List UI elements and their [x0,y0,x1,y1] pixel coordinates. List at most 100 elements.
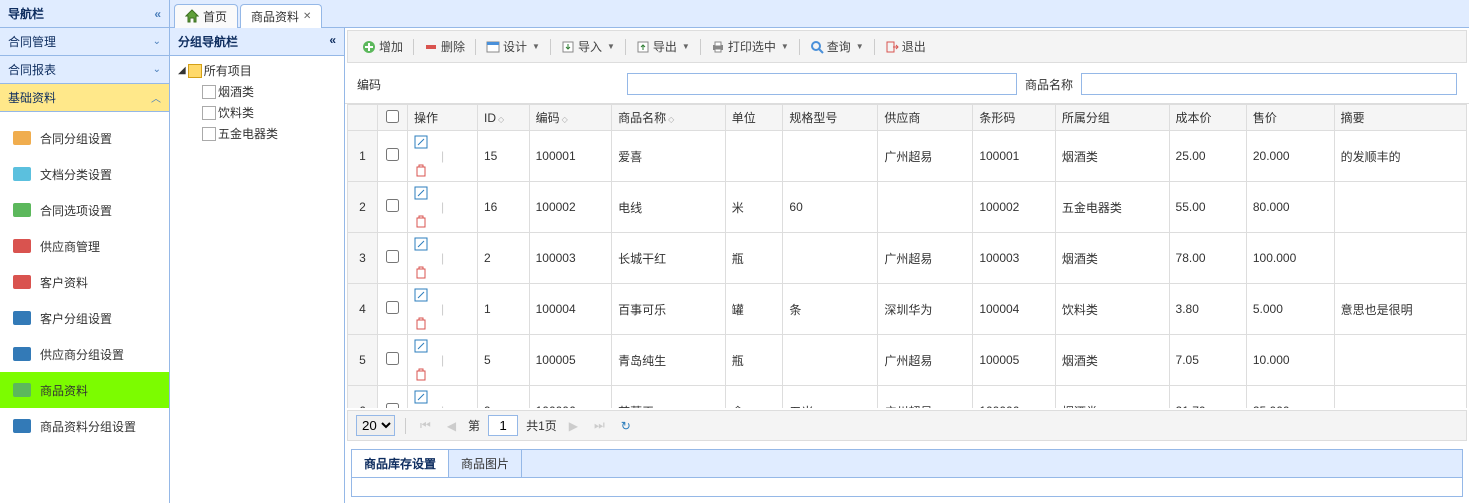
edit-icon[interactable] [414,288,471,302]
nav-item[interactable]: 商品资料分组设置 [0,408,169,444]
row-checkbox[interactable] [386,199,399,212]
design-button[interactable]: 设计▼ [480,35,546,58]
nav-section-base-data[interactable]: 基础资料 ︿ [0,84,169,112]
nav-item-label: 供应商分组设置 [40,346,124,363]
cell-cost: 7.05 [1169,335,1246,386]
delete-icon[interactable] [414,265,471,279]
col-barcode[interactable]: 条形码 [973,105,1056,131]
nav-item[interactable]: 客户资料 [0,264,169,300]
col-name[interactable]: 商品名称◇ [612,105,726,131]
nav-item-icon [10,306,34,330]
pager: 20 ⏮ ◀ 第 共1页 ▶ ⏭ ↻ [347,410,1467,441]
col-op[interactable]: 操作 [408,105,478,131]
cell-cost: 3.80 [1169,284,1246,335]
delete-icon[interactable] [414,163,471,177]
tab-product[interactable]: 商品资料 ✕ [240,4,322,28]
delete-icon[interactable] [414,367,471,381]
cell-unit: 盒 [725,386,783,409]
add-icon [362,40,376,54]
next-page-button[interactable]: ▶ [565,419,582,433]
col-price[interactable]: 售价 [1246,105,1334,131]
collapse-tree-icon[interactable]: « [329,33,336,50]
toolbar: 增加 删除 设计▼ 导入▼ 导出▼ 打印选中▼ 查询▼ 退出 [347,30,1467,63]
file-icon [202,85,216,99]
cell-cost: 21.70 [1169,386,1246,409]
chevron-down-icon: ▼ [607,42,615,51]
nav-item-label: 客户资料 [40,274,88,291]
tree-item[interactable]: 烟酒类 [174,81,340,102]
delete-icon[interactable] [414,214,471,228]
edit-icon[interactable] [414,237,471,251]
cell-cost: 78.00 [1169,233,1246,284]
edit-icon[interactable] [414,339,471,353]
cell-summary: 意思也是很明 [1334,284,1466,335]
edit-icon[interactable] [414,186,471,200]
tab-home[interactable]: 首页 [174,4,238,28]
collapse-left-icon[interactable]: « [154,7,161,21]
col-summary[interactable]: 摘要 [1334,105,1466,131]
import-button[interactable]: 导入▼ [555,35,621,58]
table-row[interactable]: 6 | 9100006芙蓉王盒五米广州超易100006烟酒类21.7025.00… [348,386,1467,409]
page-size-select[interactable]: 20 [356,415,395,436]
nav-item-icon [10,234,34,258]
select-all-checkbox[interactable] [386,110,399,123]
close-icon[interactable]: ✕ [303,11,311,22]
col-id[interactable]: ID◇ [478,105,530,131]
exit-button[interactable]: 退出 [879,35,932,58]
filter-code-input[interactable] [627,73,1017,95]
cell-price: 5.000 [1246,284,1334,335]
tree-item[interactable]: 饮料类 [174,102,340,123]
cell-name: 青岛纯生 [612,335,726,386]
nav-section-contract-mgmt[interactable]: 合同管理 ⌄ [0,28,169,56]
delete-icon[interactable] [414,316,471,330]
tree-item[interactable]: 五金电器类 [174,123,340,144]
col-code[interactable]: 编码◇ [529,105,612,131]
tab-stock-settings[interactable]: 商品库存设置 [352,450,449,477]
col-supplier[interactable]: 供应商 [878,105,973,131]
folder-icon [188,64,202,78]
expand-icon[interactable]: ◢ [178,65,186,76]
table-row[interactable]: 2 | 16100002电线米60100002五金电器类55.0080.000 [348,182,1467,233]
tab-product-image[interactable]: 商品图片 [449,450,522,477]
table-row[interactable]: 1 | 15100001爱喜广州超易100001烟酒类25.0020.000的发… [348,131,1467,182]
nav-item[interactable]: 文档分类设置 [0,156,169,192]
row-checkbox[interactable] [386,301,399,314]
nav-item[interactable]: 供应商管理 [0,228,169,264]
query-button[interactable]: 查询▼ [804,35,870,58]
table-row[interactable]: 3 | 2100003长城干红瓶广州超易100003烟酒类78.00100.00… [348,233,1467,284]
cell-summary [1334,386,1466,409]
page-input[interactable] [488,415,518,436]
col-unit[interactable]: 单位 [725,105,783,131]
nav-item[interactable]: 合同选项设置 [0,192,169,228]
print-button[interactable]: 打印选中▼ [705,35,795,58]
add-button[interactable]: 增加 [356,35,409,58]
row-checkbox[interactable] [386,403,399,408]
cell-name: 电线 [612,182,726,233]
row-checkbox[interactable] [386,148,399,161]
delete-button[interactable]: 删除 [418,35,471,58]
row-checkbox[interactable] [386,250,399,263]
nav-item[interactable]: 合同分组设置 [0,120,169,156]
tree-root[interactable]: ◢ 所有项目 [174,60,340,81]
last-page-button[interactable]: ⏭ [590,418,609,433]
nav-item[interactable]: 供应商分组设置 [0,336,169,372]
nav-item[interactable]: 商品资料 [0,372,169,408]
edit-icon[interactable] [414,135,471,149]
col-cost[interactable]: 成本价 [1169,105,1246,131]
row-checkbox[interactable] [386,352,399,365]
refresh-button[interactable]: ↻ [617,419,635,433]
table-row[interactable]: 4 | 1100004百事可乐罐条深圳华为100004饮料类3.805.000意… [348,284,1467,335]
col-group[interactable]: 所属分组 [1055,105,1169,131]
cell-spec: 60 [783,182,878,233]
nav-item[interactable]: 客户分组设置 [0,300,169,336]
prev-page-button[interactable]: ◀ [443,419,460,433]
nav-section-contract-report[interactable]: 合同报表 ⌄ [0,56,169,84]
filter-name-input[interactable] [1081,73,1457,95]
first-page-button[interactable]: ⏮ [416,418,435,433]
edit-icon[interactable] [414,390,471,404]
col-spec[interactable]: 规格型号 [783,105,878,131]
table-row[interactable]: 5 | 5100005青岛纯生瓶广州超易100005烟酒类7.0510.000 [348,335,1467,386]
export-button[interactable]: 导出▼ [630,35,696,58]
nav-item-label: 供应商管理 [40,238,100,255]
tree-item-label: 五金电器类 [218,125,278,142]
